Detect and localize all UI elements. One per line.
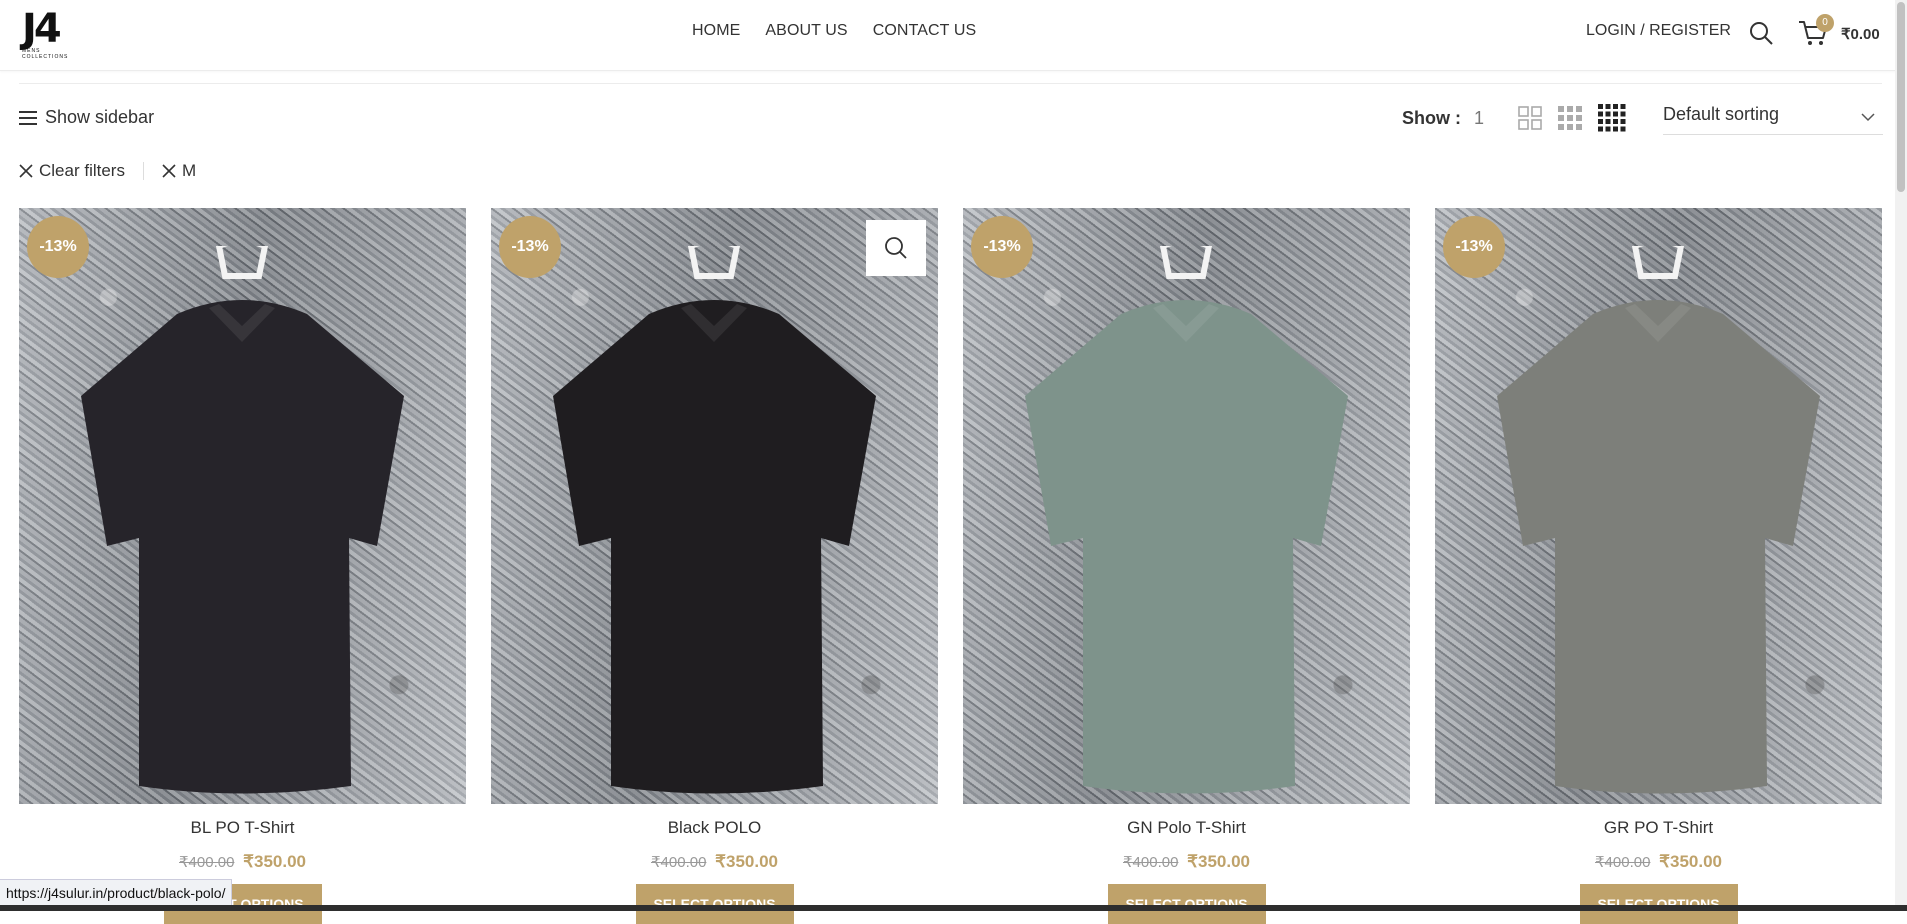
sale-price: ₹350.00	[1659, 852, 1722, 871]
select-options-button[interactable]: Select options	[635, 884, 794, 924]
status-bar-url: https://j4sulur.in/product/black-polo/	[0, 879, 233, 907]
shirt-body	[81, 300, 404, 794]
shirt-illustration	[1497, 246, 1820, 794]
discount-badge: -13%	[1443, 216, 1505, 278]
show-sidebar-button[interactable]: Show sidebar	[19, 107, 154, 128]
nav-home[interactable]: HOME	[692, 22, 740, 40]
quick-view-button[interactable]	[866, 220, 926, 276]
cart-total[interactable]: ₹0.00	[1841, 25, 1880, 43]
sale-price: ₹350.00	[1187, 852, 1250, 871]
show-sidebar-label: Show sidebar	[45, 107, 155, 127]
main-nav: HOME ABOUT US CONTACT US	[692, 22, 976, 40]
select-options-button[interactable]: Select options	[1579, 884, 1738, 924]
product-image[interactable]: -13%	[963, 208, 1410, 804]
product-title[interactable]: BL PO T-Shirt	[19, 818, 466, 838]
product-title[interactable]: GN Polo T-Shirt	[963, 818, 1410, 838]
scrollbar-thumb[interactable]	[1897, 2, 1905, 192]
divider	[19, 83, 1882, 84]
shirt-body	[553, 300, 876, 794]
filter-chip-label: M	[181, 161, 197, 180]
old-price: ₹400.00	[1123, 854, 1179, 871]
old-price: ₹400.00	[1595, 854, 1651, 871]
product-card: -13% GR PO T-Shirt ₹400.00 ₹350.00 Selec…	[1435, 208, 1882, 924]
product-title[interactable]: Black POLO	[491, 818, 938, 838]
shirt-illustration	[1025, 246, 1348, 794]
sale-price: ₹350.00	[243, 852, 306, 871]
page-scrollbar[interactable]	[1895, 0, 1907, 911]
site-logo[interactable]: J4 MENS COLLECTIONS	[22, 6, 78, 60]
shirt-body	[1497, 300, 1820, 794]
product-title[interactable]: GR PO T-Shirt	[1435, 818, 1882, 838]
product-price: ₹400.00 ₹350.00	[1435, 852, 1882, 872]
grid-2-icon[interactable]	[1518, 106, 1542, 130]
sort-select[interactable]: Default sorting	[1663, 104, 1883, 135]
shirt-illustration	[553, 246, 876, 794]
search-icon[interactable]	[1748, 20, 1774, 46]
sort-selected-value: Default sorting	[1663, 104, 1780, 124]
menu-icon	[19, 110, 37, 125]
grid-view-switcher	[1518, 104, 1626, 132]
nav-about-us[interactable]: ABOUT US	[765, 22, 847, 40]
cart-count-badge: 0	[1816, 14, 1834, 32]
bottom-edge	[0, 905, 1907, 911]
nav-contact-us[interactable]: CONTACT US	[873, 22, 977, 40]
old-price: ₹400.00	[179, 854, 235, 871]
grid-4-icon[interactable]	[1598, 104, 1626, 132]
logo-mark: J4	[22, 6, 62, 52]
discount-badge: -13%	[27, 216, 89, 278]
filter-separator	[142, 162, 144, 180]
per-page-selector: Show : 1	[1402, 108, 1484, 129]
product-image[interactable]: -13%	[19, 208, 466, 804]
login-register-link[interactable]: LOGIN / REGISTER	[1586, 22, 1731, 40]
clear-filters-label: Clear filters	[39, 161, 125, 180]
product-image[interactable]: -13%	[491, 208, 938, 804]
select-options-button[interactable]: Select options	[1107, 884, 1266, 924]
sale-price: ₹350.00	[715, 852, 778, 871]
product-card: -13% GN Polo T-Shirt ₹400.00 ₹350.00 Sel…	[963, 208, 1410, 924]
clear-filters-button[interactable]: Clear filters	[19, 161, 125, 181]
old-price: ₹400.00	[651, 854, 707, 871]
shirt-body	[1025, 300, 1348, 794]
discount-badge: -13%	[971, 216, 1033, 278]
product-price: ₹400.00 ₹350.00	[19, 852, 466, 872]
per-page-option[interactable]: 1	[1474, 108, 1484, 128]
product-price: ₹400.00 ₹350.00	[491, 852, 938, 872]
search-icon	[885, 237, 907, 259]
product-card: -13% BL PO T-Shirt ₹400.00 ₹350.00 Selec…	[19, 208, 466, 924]
site-header: J4 MENS COLLECTIONS HOME ABOUT US CONTAC…	[0, 0, 1907, 71]
product-image[interactable]: -13%	[1435, 208, 1882, 804]
filter-chip-size[interactable]: M	[162, 161, 196, 181]
chevron-down-icon	[1861, 113, 1875, 122]
product-price: ₹400.00 ₹350.00	[963, 852, 1410, 872]
grid-3-icon[interactable]	[1558, 106, 1582, 130]
close-icon	[162, 164, 176, 178]
active-filters: Clear filters M	[19, 161, 196, 181]
discount-badge: -13%	[499, 216, 561, 278]
per-page-label: Show :	[1402, 108, 1461, 128]
shirt-illustration	[81, 246, 404, 794]
product-card: -13% Black POLO ₹400.00 ₹350.00 Select o…	[491, 208, 938, 924]
close-icon	[19, 164, 33, 178]
